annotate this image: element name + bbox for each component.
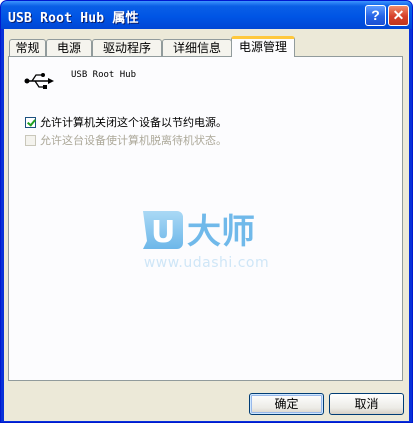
help-button[interactable]: ? xyxy=(365,5,386,26)
allow-wake-label: 允许这台设备使计算机脱离待机状态。 xyxy=(40,134,227,147)
title-bar[interactable]: USB Root Hub 属性 ? ✕ xyxy=(1,1,412,29)
tab-power[interactable]: 电源 xyxy=(46,39,92,56)
dialog-body: 常规 电源 驱动程序 详细信息 电源管理 USB Root Hub 允许计算机关… xyxy=(4,29,409,421)
allow-power-off-option[interactable]: 允许计算机关闭这个设备以节约电源。 xyxy=(25,115,227,129)
udashi-logo: U 大师 xyxy=(143,211,255,252)
usb-icon xyxy=(24,73,54,89)
allow-power-off-label[interactable]: 允许计算机关闭这个设备以节约电源。 xyxy=(40,114,227,130)
power-management-panel: USB Root Hub 允许计算机关闭这个设备以节约电源。 允许这台设备使计算… xyxy=(8,56,403,381)
watermark-url: www.udashi.com xyxy=(143,255,270,271)
allow-power-off-checkbox[interactable] xyxy=(25,116,36,128)
allow-wake-checkbox xyxy=(25,134,36,146)
window-title: USB Root Hub 属性 xyxy=(8,11,139,26)
tab-details[interactable]: 详细信息 xyxy=(162,39,232,56)
properties-dialog: USB Root Hub 属性 ? ✕ 常规 电源 驱动程序 详细信息 电源管理… xyxy=(0,0,413,423)
logo-letter: U xyxy=(151,215,175,250)
logo-text: 大师 xyxy=(187,212,255,252)
device-name: USB Root Hub xyxy=(71,70,137,80)
close-button[interactable]: ✕ xyxy=(388,5,409,26)
tab-general[interactable]: 常规 xyxy=(9,39,46,56)
cancel-button[interactable]: 取消 xyxy=(329,393,404,415)
tab-power-management[interactable]: 电源管理 xyxy=(231,36,295,57)
ok-button[interactable]: 确定 xyxy=(249,393,324,415)
tab-driver[interactable]: 驱动程序 xyxy=(92,39,162,56)
allow-wake-option: 允许这台设备使计算机脱离待机状态。 xyxy=(25,133,227,147)
